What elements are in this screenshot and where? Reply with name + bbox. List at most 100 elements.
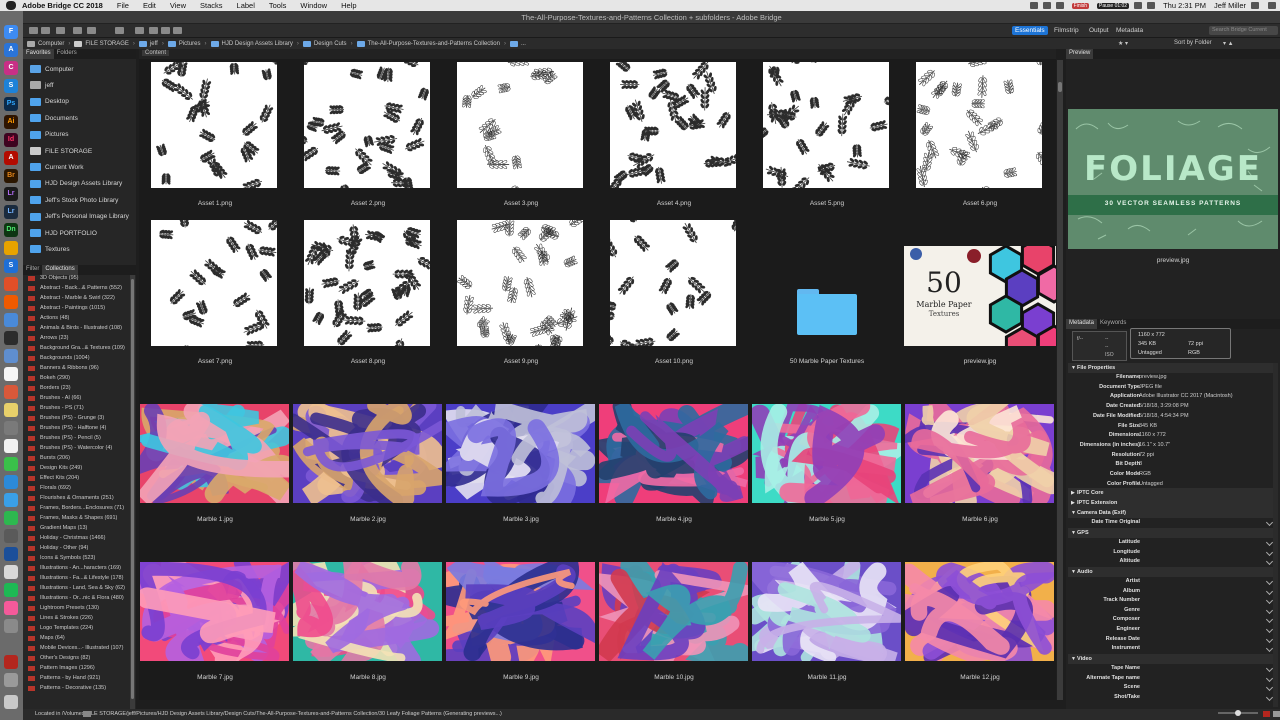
thumbnail-size-slider-knob[interactable] bbox=[1235, 710, 1241, 716]
content-scrollbar[interactable] bbox=[1057, 60, 1063, 700]
collection-item[interactable]: Logo Templates (224) bbox=[23, 623, 130, 633]
tab-preview[interactable]: Preview bbox=[1066, 49, 1094, 59]
metadata-field[interactable]: Alternate Tape name bbox=[1066, 674, 1280, 684]
terminal-icon[interactable] bbox=[4, 331, 18, 345]
thumbnail-cell[interactable]: Marble 10.jpg bbox=[598, 562, 750, 700]
thumbnail-cell[interactable]: Marble 9.jpg bbox=[445, 562, 597, 700]
thumbnail-cell[interactable]: Marble 2.jpg bbox=[292, 404, 444, 554]
mail-icon[interactable] bbox=[4, 349, 18, 363]
photoshop-lightroom-icon[interactable]: Lr bbox=[4, 187, 18, 201]
preview-thumbnail[interactable]: 50 Marble Paper Textures bbox=[904, 246, 1056, 346]
marble-thumbnail[interactable] bbox=[905, 562, 1054, 661]
thumbnail-cell[interactable]: Marble 6.jpg bbox=[904, 404, 1056, 554]
collection-item[interactable]: Actions (48) bbox=[23, 313, 130, 323]
collection-item[interactable]: Brushes (PS) - Pencil (5) bbox=[23, 433, 130, 443]
breadcrumb-pictures[interactable]: Pictures › bbox=[167, 40, 207, 47]
collection-item[interactable]: Pattern Images (1296) bbox=[23, 663, 130, 673]
thumbnail-cell[interactable]: Asset 3.png bbox=[445, 62, 597, 212]
collection-item[interactable]: Bursts (206) bbox=[23, 453, 130, 463]
app-icon-c[interactable] bbox=[4, 565, 18, 579]
thumbnail-cell[interactable]: Asset 1.png bbox=[139, 62, 291, 212]
collection-item[interactable]: Flourishes & Ornaments (251) bbox=[23, 493, 130, 503]
collection-item[interactable]: Patterns - by Hand (921) bbox=[23, 673, 130, 683]
open-in-camera-raw-icon[interactable] bbox=[135, 27, 144, 34]
marble-thumbnail[interactable] bbox=[140, 404, 289, 503]
metadata-field[interactable]: Scene bbox=[1066, 684, 1280, 693]
pattern-thumbnail[interactable] bbox=[916, 62, 1042, 188]
grid-view-icon[interactable] bbox=[83, 711, 91, 717]
thumbnail-cell[interactable]: Marble 11.jpg bbox=[751, 562, 903, 700]
collection-item[interactable]: Background Gra...& Textures (109) bbox=[23, 343, 130, 353]
metadata-field[interactable]: Composer bbox=[1066, 616, 1280, 625]
metadata-section[interactable]: ▶ IPTC Extension bbox=[1068, 498, 1276, 508]
collection-item[interactable]: Effect Kits (204) bbox=[23, 473, 130, 483]
thumbnail-cell[interactable]: Asset 10.png bbox=[598, 220, 750, 370]
reminders-icon[interactable] bbox=[4, 439, 18, 453]
metadata-field[interactable]: Latitude bbox=[1066, 538, 1280, 548]
workspace-essentials[interactable]: Essentials bbox=[1012, 26, 1048, 35]
downloads-icon[interactable] bbox=[4, 673, 18, 687]
thumbnail-cell[interactable]: Marble 1.jpg bbox=[139, 404, 291, 554]
collection-item[interactable]: Arrows (23) bbox=[23, 333, 130, 343]
app-icon-d[interactable] bbox=[4, 655, 18, 669]
metadata-field[interactable]: Date Time Original bbox=[1066, 518, 1280, 528]
star-filter-icon[interactable]: ★ ▾ bbox=[1118, 40, 1128, 47]
calendar-icon[interactable] bbox=[4, 385, 18, 399]
edit-pencil-icon[interactable] bbox=[1265, 664, 1274, 673]
thumbnail-cell[interactable]: 50 Marble Paper Textures preview.jpg bbox=[904, 220, 1056, 370]
collection-item[interactable]: Borders (23) bbox=[23, 383, 130, 393]
collection-item[interactable]: Design Kits (249) bbox=[23, 463, 130, 473]
evernote-icon[interactable] bbox=[4, 511, 18, 525]
app-icon-a[interactable] bbox=[4, 529, 18, 543]
edit-pencil-icon[interactable] bbox=[1265, 635, 1274, 643]
favorite-item[interactable]: Textures bbox=[23, 241, 136, 257]
favorite-item[interactable]: Jeff's Stock Photo Library bbox=[23, 192, 136, 208]
collections-scrollbar-thumb[interactable] bbox=[131, 279, 134, 699]
collection-item[interactable]: Backgrounds (1004) bbox=[23, 353, 130, 363]
menu-file[interactable]: File bbox=[117, 1, 129, 10]
collection-item[interactable]: Holiday - Other (94) bbox=[23, 543, 130, 553]
collection-item[interactable]: Mobile Devices...- Illustrated (107) bbox=[23, 643, 130, 653]
sort-by-folder[interactable]: Sort by Folder bbox=[1174, 40, 1212, 46]
metadata-scrollbar[interactable] bbox=[1273, 363, 1278, 707]
system-preferences-icon[interactable] bbox=[4, 619, 18, 633]
output-icon[interactable] bbox=[149, 27, 158, 34]
menu-label[interactable]: Label bbox=[237, 1, 255, 10]
trash-icon[interactable] bbox=[4, 695, 18, 709]
indesign-icon[interactable]: Id bbox=[4, 133, 18, 147]
breadcrumb-more[interactable]: ... bbox=[509, 40, 526, 47]
user-name[interactable]: Jeff Miller bbox=[1214, 1, 1246, 10]
collection-item[interactable]: Banners & Ribbons (96) bbox=[23, 363, 130, 373]
thumbnail-cell[interactable]: Asset 4.png bbox=[598, 62, 750, 212]
preview-image[interactable]: FOLIAGE 30 VECTOR SEAMLESS PATTERNS bbox=[1068, 109, 1278, 249]
collection-item[interactable]: Brushes (PS) - Halftone (4) bbox=[23, 423, 130, 433]
edit-pencil-icon[interactable] bbox=[1265, 538, 1274, 547]
safari-2-icon[interactable] bbox=[4, 313, 18, 327]
breadcrumb-hjd-library[interactable]: HJD Design Assets Library › bbox=[210, 40, 299, 47]
thumbnail-cell[interactable]: Asset 9.png bbox=[445, 220, 597, 370]
pattern-thumbnail[interactable] bbox=[610, 62, 736, 188]
metadata-field[interactable]: Longitude bbox=[1066, 548, 1280, 558]
collection-item[interactable]: Icons & Symbols (523) bbox=[23, 553, 130, 563]
metadata-field[interactable]: Instrument bbox=[1066, 645, 1280, 654]
search-input[interactable]: Search Bridge Current bbox=[1209, 26, 1278, 35]
itunes-icon[interactable] bbox=[4, 601, 18, 615]
refine-icon[interactable] bbox=[115, 27, 124, 34]
thumbnail-cell[interactable]: 50 Marble Paper Textures bbox=[751, 220, 903, 370]
boomerang-icon[interactable] bbox=[73, 27, 82, 34]
tab-keywords[interactable]: Keywords bbox=[1097, 319, 1129, 329]
rotate-left-icon[interactable] bbox=[161, 27, 170, 34]
tray-pause[interactable]: Pause 01:02 bbox=[1097, 2, 1130, 9]
metadata-field[interactable]: Track Number bbox=[1066, 597, 1280, 606]
metadata-field[interactable]: Genre bbox=[1066, 606, 1280, 616]
collection-item[interactable]: Other's Designs (82) bbox=[23, 653, 130, 663]
metadata-field[interactable]: Artist bbox=[1066, 577, 1280, 587]
edit-pencil-icon[interactable] bbox=[1265, 577, 1274, 586]
collection-item[interactable]: Frames, Masks & Shapes (691) bbox=[23, 513, 130, 523]
collection-item[interactable]: Lightroom Presets (130) bbox=[23, 603, 130, 613]
favorite-item[interactable]: Documents bbox=[23, 110, 136, 126]
sketch-icon[interactable] bbox=[4, 241, 18, 255]
collection-item[interactable]: Florals (692) bbox=[23, 483, 130, 493]
notes-icon[interactable] bbox=[4, 403, 18, 417]
metadata-field[interactable]: Album bbox=[1066, 587, 1280, 597]
